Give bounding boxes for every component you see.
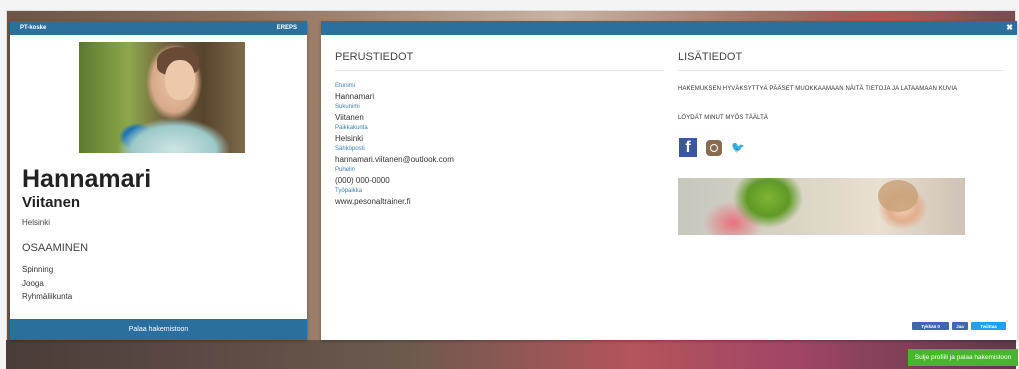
skill-item: Spinning xyxy=(22,265,54,274)
card-header-right: EREPS xyxy=(276,25,297,31)
field-label: Etunimi xyxy=(335,83,356,89)
field-value: Helsinki xyxy=(335,134,364,143)
like-button[interactable]: Tykkää 0 xyxy=(912,322,949,330)
close-icon[interactable]: ✖ xyxy=(1006,23,1013,32)
field-label: Työpaikka xyxy=(335,188,363,194)
social-links: f 🐦 xyxy=(679,138,745,157)
profile-card-header: PT-koske EREPS xyxy=(10,21,307,35)
field-value: (000) 000-0000 xyxy=(335,176,390,185)
profile-first-name: Hannamari xyxy=(22,165,152,193)
find-me-note: LÖYDÄT MINUT MYÖS TÄÄLTÄ xyxy=(678,115,768,121)
card-header-left: PT-koske xyxy=(20,25,47,31)
skills-list: Spinning Jooga Ryhmäliikunta xyxy=(22,263,72,304)
twitter-icon[interactable]: 🐦 xyxy=(731,142,745,153)
field-value: Viitanen xyxy=(335,113,364,122)
instagram-icon[interactable] xyxy=(706,139,722,156)
field-value: www.pesonaltrainer.fi xyxy=(335,197,411,206)
profile-photo xyxy=(79,42,245,153)
divider xyxy=(678,70,1003,71)
skill-item: Ryhmäliikunta xyxy=(22,292,73,301)
share-button[interactable]: Jaa xyxy=(952,322,968,330)
field-label: Sukunimi xyxy=(335,104,360,110)
field-label: Paikkakunta xyxy=(335,125,368,131)
basic-info-title: PERUSTIEDOT xyxy=(335,51,414,63)
field-value: Hannamari xyxy=(335,92,375,101)
close-profile-button[interactable]: Sulje profiili ja palaa hakemistoon xyxy=(908,349,1018,366)
profile-city: Helsinki xyxy=(22,218,51,227)
profile-details-panel: ✖ PERUSTIEDOT Etunimi Hannamari Sukunimi… xyxy=(321,21,1017,340)
gym-photo xyxy=(678,178,965,235)
skills-title: OSAAMINEN xyxy=(22,242,89,254)
divider xyxy=(335,70,664,71)
field-label: Puhelin xyxy=(335,167,356,173)
panel-header: ✖ xyxy=(321,21,1017,35)
skill-item: Jooga xyxy=(22,278,44,288)
field-value: hannamari.viitanen@outlook.com xyxy=(335,155,454,164)
field-label: Sähköposti xyxy=(335,146,365,152)
back-to-directory-button[interactable]: Palaa hakemistoon xyxy=(10,319,307,340)
extra-info-title: LISÄTIEDOT xyxy=(678,51,743,63)
tweet-button[interactable]: Twiittaa xyxy=(971,322,1006,330)
background-image-bottom xyxy=(6,340,1016,369)
profile-card: PT-koske EREPS Hannamari Viitanen Helsin… xyxy=(10,21,307,340)
profile-last-name: Viitanen xyxy=(22,194,81,211)
approval-note: HAKEMUKSEN HYVÄKSYTTYÄ PÄÄSET MUOKKAAMAA… xyxy=(678,86,958,92)
facebook-icon[interactable]: f xyxy=(679,138,697,157)
basic-info-fields: Etunimi Hannamari Sukunimi Viitanen Paik… xyxy=(335,82,454,208)
